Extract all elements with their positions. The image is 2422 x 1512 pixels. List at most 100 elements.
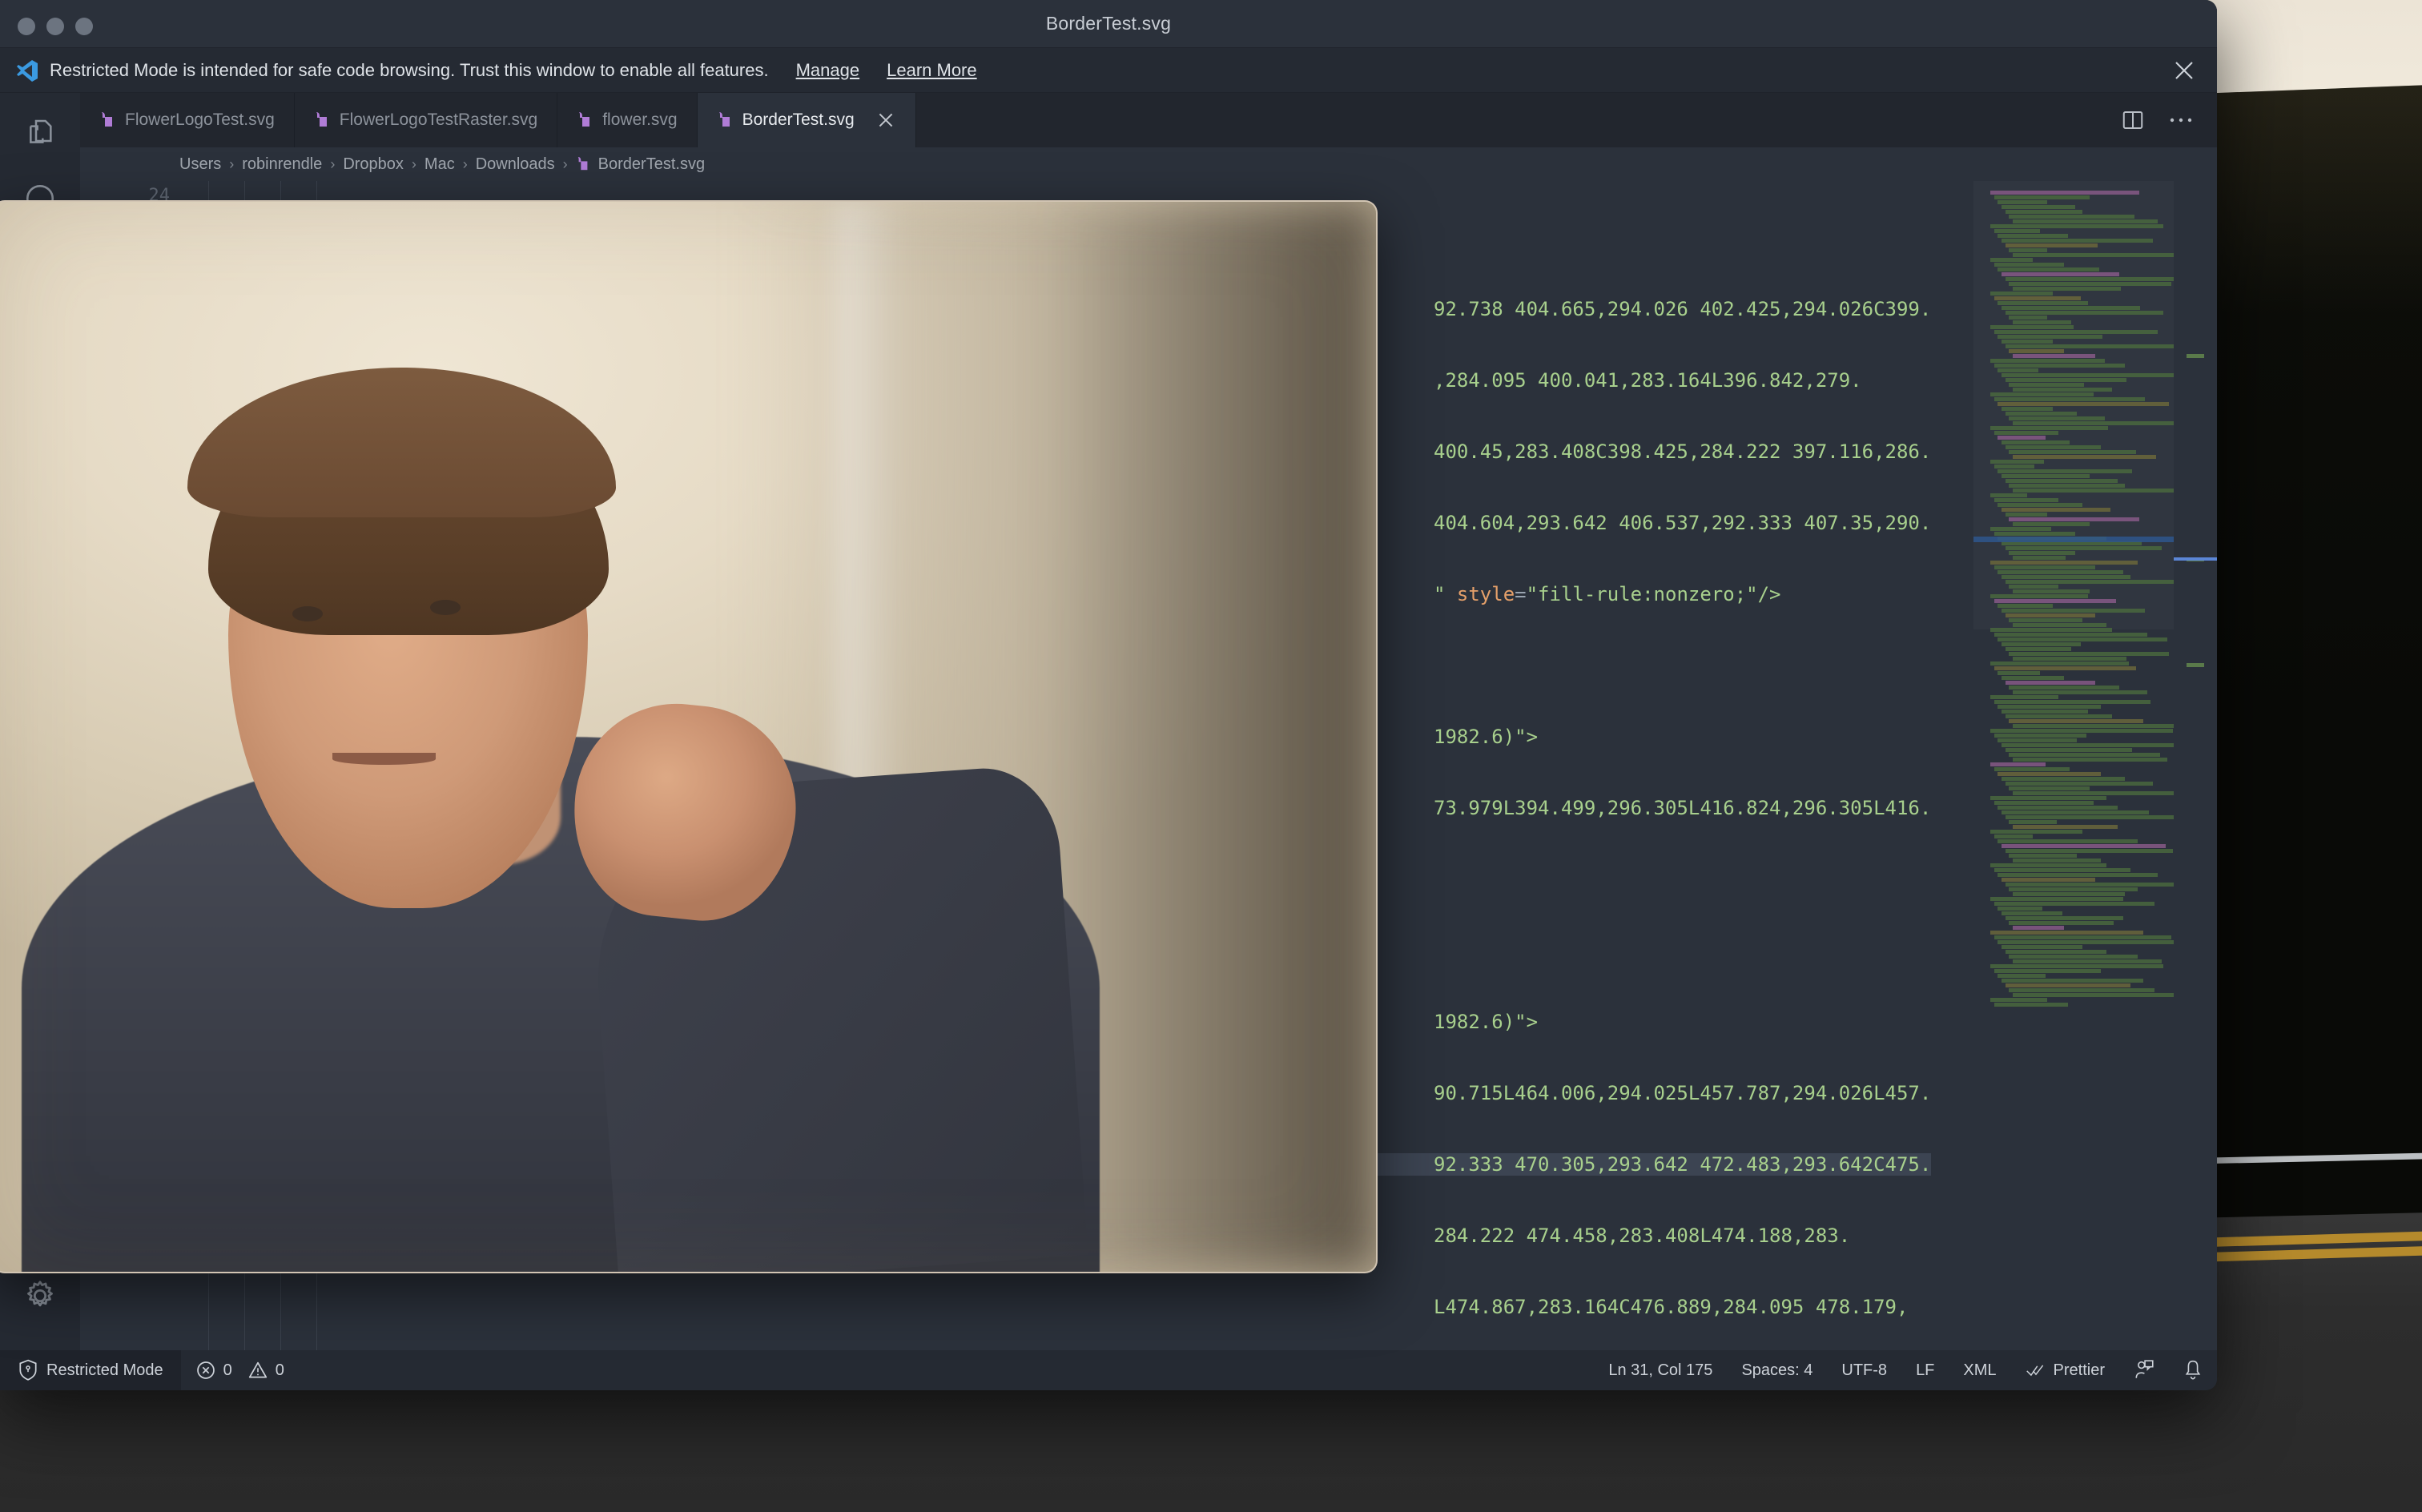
status-language-mode[interactable]: XML xyxy=(1949,1361,2010,1380)
minimap-line xyxy=(1990,258,2034,262)
breadcrumb-item-mac[interactable]: Mac xyxy=(424,155,455,174)
minimap-line xyxy=(1998,637,2167,641)
minimap-line xyxy=(2012,825,2118,829)
minimap-line xyxy=(2009,585,2059,589)
minimap-line xyxy=(1990,460,2044,464)
tab-flowerlogotest-svg[interactable]: FlowerLogoTest.svg xyxy=(80,93,295,147)
tab-bar-spacer xyxy=(915,93,2097,147)
minimap-line xyxy=(2012,522,2090,526)
minimap-line xyxy=(2009,652,2170,656)
manage-trust-link[interactable]: Manage xyxy=(796,60,860,81)
minimap-line xyxy=(1994,229,2041,233)
minimap-line xyxy=(2002,575,2130,579)
minimap-line xyxy=(2005,277,2174,281)
minimap-line xyxy=(2009,753,2160,757)
minimap-line xyxy=(1994,498,2059,502)
minimap-line xyxy=(2002,844,2166,848)
code-fragment: L474.867,283.164C476.889,284.095 478.179… xyxy=(1434,1295,1909,1318)
close-window-button[interactable] xyxy=(18,18,35,35)
breadcrumb-separator: › xyxy=(229,155,235,172)
explorer-files-icon[interactable] xyxy=(18,111,62,155)
minimap-line xyxy=(1998,469,2133,473)
minimap-line xyxy=(1990,897,2123,901)
status-notifications[interactable] xyxy=(2169,1359,2217,1381)
status-cursor-position[interactable]: Ln 31, Col 175 xyxy=(1594,1361,1727,1380)
code-line-36: L474.867,283.164C476.889,284.095 478.179… xyxy=(184,1289,2217,1325)
breadcrumb: Users › robinrendle › Dropbox › Mac › Do… xyxy=(80,147,2217,181)
minimap-line xyxy=(1990,964,2164,968)
warning-triangle-icon xyxy=(248,1361,267,1378)
minimap-line xyxy=(2005,849,2173,853)
minimize-window-button[interactable] xyxy=(46,18,64,35)
tab-flower-svg[interactable]: flower.svg xyxy=(557,93,698,147)
status-problems[interactable]: 0 0 xyxy=(181,1360,299,1381)
minimap-line xyxy=(1990,762,2046,766)
svg-file-icon xyxy=(718,112,730,127)
minimap-line xyxy=(2002,609,2146,613)
editor-minimap[interactable] xyxy=(1973,181,2174,1350)
minimap-line xyxy=(1994,801,2094,805)
breadcrumb-item-robinrendle[interactable]: robinrendle xyxy=(242,155,322,174)
minimap-line xyxy=(1990,191,2140,195)
minimap-line xyxy=(2005,613,2096,617)
minimap-line xyxy=(1990,292,2054,296)
breadcrumb-item-dropbox[interactable]: Dropbox xyxy=(343,155,404,174)
minimap-line xyxy=(1998,368,2038,372)
split-editor-icon[interactable] xyxy=(2121,108,2145,132)
ellipsis-icon[interactable] xyxy=(2169,116,2193,124)
minimap-line xyxy=(1994,599,2116,603)
minimap-line xyxy=(2009,215,2134,219)
status-eol[interactable]: LF xyxy=(1901,1361,1949,1380)
minimap-line xyxy=(2005,748,2133,752)
svg-file-icon xyxy=(577,157,588,171)
status-indentation[interactable]: Spaces: 4 xyxy=(1727,1361,1827,1380)
minimap-line xyxy=(2009,719,2144,723)
breadcrumb-item-bordertest-svg[interactable]: BorderTest.svg xyxy=(598,155,705,174)
minimap-line xyxy=(2005,883,2174,887)
breadcrumb-item-downloads[interactable]: Downloads xyxy=(476,155,555,174)
tab-flowerlogotestraster-svg[interactable]: FlowerLogoTestRaster.svg xyxy=(294,93,558,147)
minimap-line xyxy=(2009,349,2065,353)
breadcrumb-separator: › xyxy=(562,155,568,172)
close-icon[interactable] xyxy=(875,110,896,131)
breadcrumb-item-users[interactable]: Users xyxy=(179,155,221,174)
window-title: BorderTest.svg xyxy=(1045,13,1172,34)
status-encoding[interactable]: UTF-8 xyxy=(1827,1361,1901,1380)
tab-bordertest-svg[interactable]: BorderTest.svg xyxy=(697,93,916,147)
minimap-line xyxy=(1994,969,2102,973)
minimap-line xyxy=(1990,863,2107,867)
minimap-line xyxy=(2002,979,2144,983)
gear-icon[interactable] xyxy=(18,1273,62,1318)
editor-scrollbar[interactable] xyxy=(2174,181,2217,1350)
minimap-line xyxy=(1990,628,2112,632)
minimap-line xyxy=(1998,503,2083,507)
minimap-line xyxy=(1998,267,2099,271)
minimap-line xyxy=(1990,662,2129,666)
status-restricted-mode[interactable]: Restricted Mode xyxy=(0,1350,181,1390)
webcam-video-overlay[interactable] xyxy=(0,200,1378,1273)
minimap-line xyxy=(1994,734,2086,738)
minimap-line xyxy=(2012,388,2112,392)
minimap-line xyxy=(2005,714,2112,718)
close-icon[interactable] xyxy=(2172,58,2196,82)
status-feedback[interactable] xyxy=(2119,1359,2169,1381)
status-formatter-prettier[interactable]: Prettier xyxy=(2011,1361,2119,1380)
learn-more-link[interactable]: Learn More xyxy=(887,60,977,81)
tab-label: FlowerLogoTest.svg xyxy=(125,111,275,129)
minimap-line xyxy=(1994,1003,2068,1007)
zoom-window-button[interactable] xyxy=(75,18,93,35)
minimap-line xyxy=(1998,705,2102,709)
minimap-line xyxy=(1998,940,2174,944)
minimap-line xyxy=(2002,373,2174,377)
minimap-line xyxy=(2002,945,2083,949)
status-restricted-label: Restricted Mode xyxy=(46,1361,163,1379)
minimap-line xyxy=(2009,416,2105,420)
minimap-line xyxy=(2005,647,2072,651)
minimap-line xyxy=(2009,854,2078,858)
minimap-line xyxy=(1994,263,2065,267)
traffic-light-buttons[interactable] xyxy=(18,18,93,35)
minimap-line xyxy=(1994,902,2154,906)
minimap-line xyxy=(1998,335,2103,339)
minimap-line xyxy=(2005,681,2096,685)
minimap-line xyxy=(2009,955,2138,959)
